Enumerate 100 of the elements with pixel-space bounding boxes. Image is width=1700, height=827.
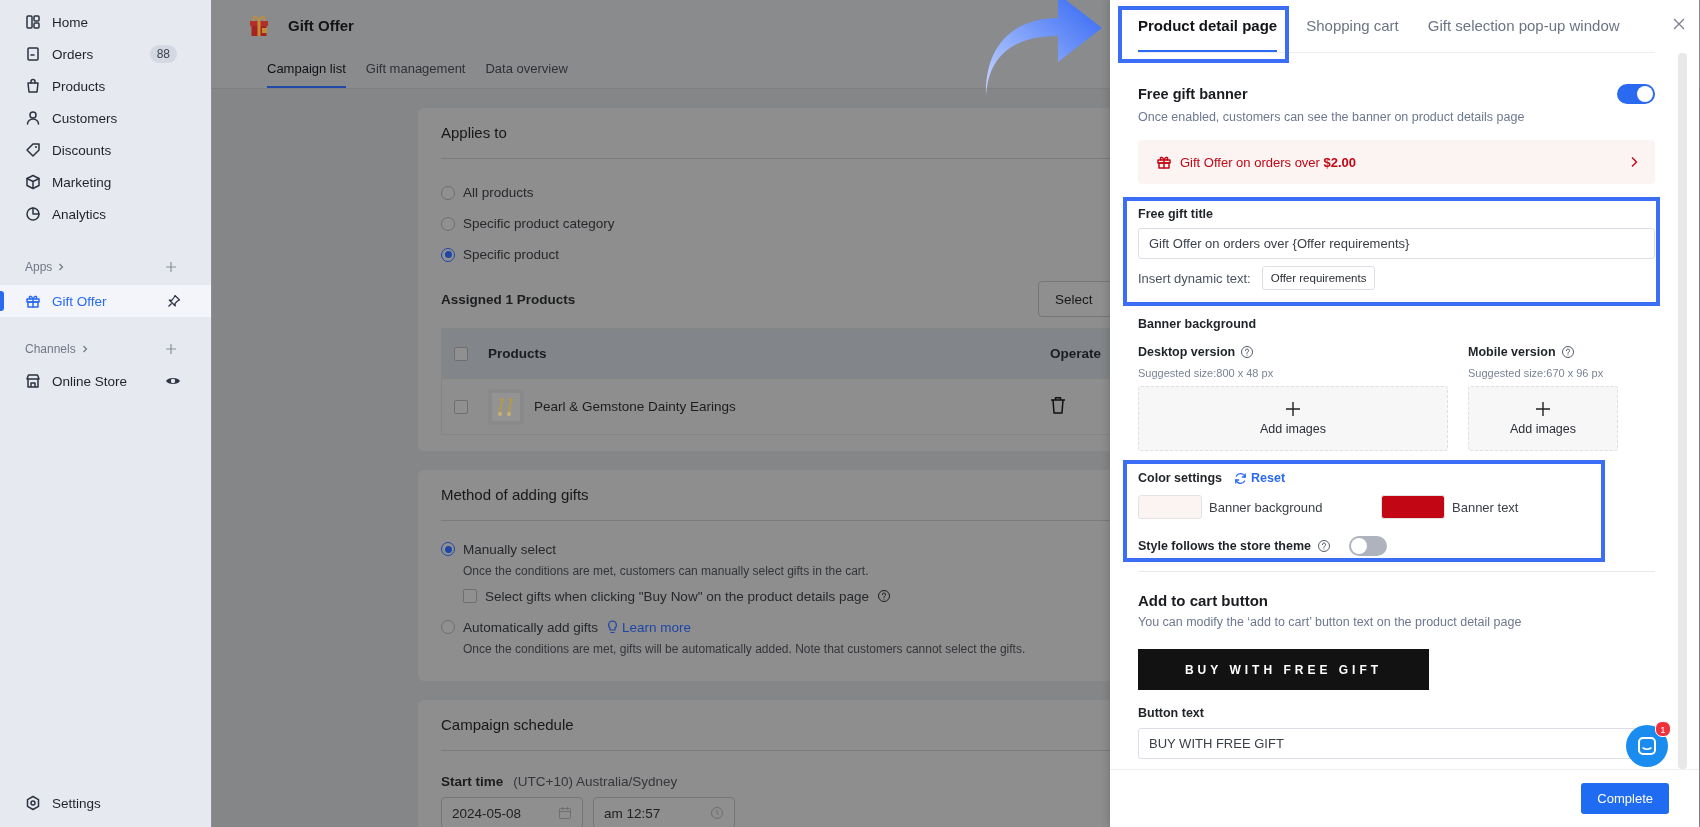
radio-button[interactable] — [441, 247, 455, 262]
radio-button[interactable] — [441, 620, 455, 634]
swatch-label: Banner background — [1209, 499, 1323, 515]
section-label: Apps — [25, 260, 53, 274]
lightbulb-icon — [606, 620, 620, 634]
chat-button[interactable] — [1626, 725, 1668, 767]
gift-icon — [25, 293, 41, 309]
toggle-switch[interactable] — [1348, 536, 1387, 556]
help-icon — [1240, 345, 1255, 359]
page-title: Gift Offer — [288, 16, 354, 34]
checkbox[interactable] — [463, 589, 477, 603]
radio-button[interactable] — [441, 185, 455, 200]
plus-icon[interactable] — [165, 343, 177, 355]
help-icon — [877, 589, 892, 603]
column-header: Products — [488, 346, 548, 361]
gift-icon — [1156, 154, 1172, 170]
timezone-label: (UTC+10) Australia/Sydney — [513, 773, 678, 789]
plus-icon — [1535, 401, 1551, 417]
store-icon — [25, 373, 41, 389]
sidebar-item[interactable]: Settings — [0, 787, 211, 819]
chevron-right-icon — [1629, 156, 1639, 168]
calendar-icon — [558, 806, 572, 820]
sidebar-item[interactable]: Marketing — [0, 166, 211, 198]
tab[interactable]: Gift selection pop-up window — [1427, 0, 1620, 52]
section-description: You can modify the ‘add to cart’ button text on the product detail page — [1138, 615, 1523, 629]
toggle-switch[interactable] — [1617, 84, 1655, 104]
banner-preview[interactable]: Gift Offer on orders over $2.00 — [1138, 140, 1655, 184]
chat-icon — [1637, 736, 1657, 756]
pin-icon[interactable] — [167, 294, 181, 308]
refresh-icon — [1234, 471, 1248, 485]
swatch-label: Banner text — [1452, 499, 1519, 515]
table-cell: Pearl & Gemstone Dainty Earings — [534, 399, 736, 414]
cube-icon — [25, 174, 41, 190]
sidebar-item[interactable]: Home — [0, 6, 211, 38]
sidebar-item[interactable]: Orders 88 — [0, 38, 211, 70]
date-field[interactable]: 2024-05-08 — [441, 797, 583, 827]
radio-button[interactable] — [441, 542, 455, 556]
tab[interactable]: Shopping cart — [1306, 0, 1399, 52]
count-badge: 88 — [149, 45, 177, 63]
tab[interactable]: Campaign list — [267, 50, 346, 88]
text-field[interactable]: Gift Offer on orders over {Offer requirements} — [1138, 228, 1655, 259]
gift-icon — [249, 13, 269, 37]
field-label: Desktop version — [1138, 345, 1236, 359]
checkbox[interactable] — [454, 399, 468, 414]
layout-icon — [25, 14, 41, 30]
reset-link[interactable]: Reset — [1234, 471, 1286, 485]
field-label: Banner background — [1138, 317, 1258, 331]
section-label: Channels — [25, 342, 76, 356]
plus-icon — [1285, 401, 1301, 417]
person-icon — [25, 110, 41, 126]
option-description: Once the conditions are met, customers can manually select gifts in the cart. — [462, 563, 870, 580]
option-label: Automatically add gifts — [463, 619, 599, 635]
tag-icon — [25, 142, 41, 158]
sidebar-item[interactable]: Products — [0, 70, 211, 102]
radio-button[interactable] — [441, 216, 455, 231]
time-field[interactable]: am 12:57 — [593, 797, 735, 827]
section-title: Free gift banner — [1138, 86, 1248, 102]
field-label: Mobile version — [1468, 345, 1556, 359]
trash-icon[interactable] — [1050, 396, 1066, 414]
sidebar-item[interactable]: Online Store — [0, 365, 211, 397]
eye-icon[interactable] — [165, 375, 181, 387]
field-label: Insert dynamic text: — [1138, 270, 1251, 286]
color-swatch[interactable] — [1381, 495, 1445, 519]
settings-icon — [25, 795, 41, 811]
size-hint: Suggested size:670 x 96 px — [1468, 367, 1605, 379]
button-preview: BUY WITH FREE GIFT — [1138, 649, 1429, 690]
option-description: Once the conditions are met, gifts will be automatically added. Note that customers cannot select the gifts. — [462, 641, 1027, 658]
option-label: Specific product — [463, 247, 560, 262]
clock-icon — [710, 806, 724, 820]
section-title: Add to cart button — [1138, 592, 1269, 609]
color-swatch[interactable] — [1138, 495, 1202, 519]
field-label: Free gift title — [1138, 207, 1214, 221]
field-label: Color settings — [1138, 471, 1223, 485]
plus-icon[interactable] — [165, 261, 177, 273]
tab[interactable]: Gift management — [365, 50, 466, 88]
sidebar-item[interactable]: Gift Offer — [0, 285, 211, 317]
tab[interactable]: Data overview — [485, 50, 568, 88]
option-label: Manually select — [463, 541, 557, 557]
bag-icon — [25, 78, 41, 94]
help-icon — [1560, 345, 1575, 359]
upload-area[interactable]: Add images — [1138, 386, 1448, 451]
tab[interactable]: Product detail page — [1138, 0, 1278, 52]
field-label: Button text — [1138, 706, 1205, 720]
field-label: Style follows the store theme — [1138, 539, 1311, 553]
section-description: Once enabled, customers can see the banner on product details page — [1138, 110, 1526, 124]
sidebar-item[interactable]: Customers — [0, 102, 211, 134]
checkbox[interactable] — [454, 346, 468, 361]
assigned-count: Assigned 1 Products — [441, 291, 576, 307]
sidebar-item[interactable]: Discounts — [0, 134, 211, 166]
pie-chart-icon — [25, 206, 41, 222]
complete-button[interactable]: Complete — [1581, 783, 1669, 814]
upload-area[interactable]: Add images — [1468, 386, 1618, 451]
sidebar-item[interactable]: Analytics — [0, 198, 211, 230]
option-label: Specific product category — [463, 216, 615, 231]
close-icon[interactable] — [1673, 18, 1685, 30]
notification-badge: 1 — [1655, 721, 1671, 737]
document-icon — [25, 46, 41, 62]
insert-text-button[interactable]: Offer requirements — [1261, 266, 1376, 290]
banner-text: Gift Offer on orders over $2.00 — [1180, 154, 1358, 170]
checkbox-label: Select gifts when clicking "Buy Now" on the product details page — [485, 588, 870, 604]
